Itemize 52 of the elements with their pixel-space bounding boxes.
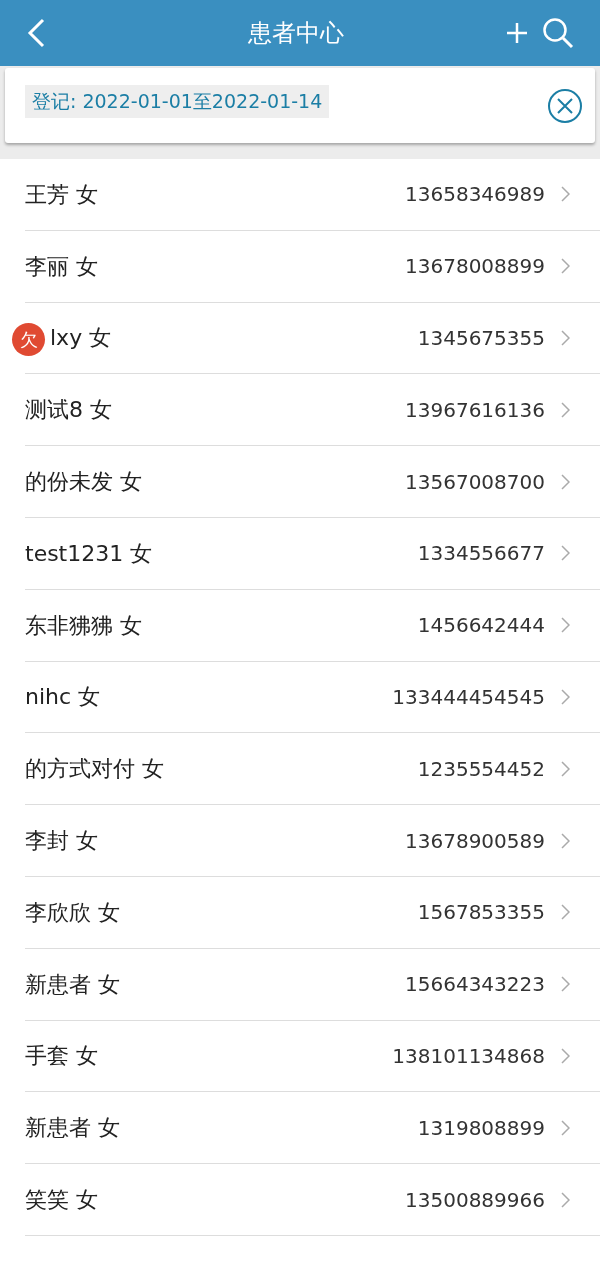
patient-name: 东非狒狒 女 — [25, 611, 142, 640]
chevron-icon — [561, 473, 570, 490]
phone-number: 15664343223 — [405, 971, 545, 999]
patient-name: 王芳 女 — [25, 180, 98, 209]
patient-name: 笑笑 女 — [25, 1186, 98, 1215]
chevron-icon — [561, 401, 570, 418]
add-icon[interactable] — [506, 22, 528, 44]
phone-number: 13567008700 — [405, 468, 545, 496]
chevron-icon — [561, 904, 570, 921]
chevron-icon — [561, 617, 570, 634]
clear-icon[interactable] — [547, 87, 583, 124]
chevron-icon — [561, 760, 570, 777]
phone-number: 13658346989 — [405, 181, 545, 209]
chevron-icon — [561, 330, 570, 346]
patient-name: 手套 女 — [25, 1042, 98, 1071]
patient-name: lxy 女 — [50, 324, 112, 353]
patient-name: 李丽 女 — [25, 252, 98, 281]
chevron-icon — [561, 1191, 570, 1208]
search-icon[interactable] — [542, 17, 574, 49]
chevron-icon — [561, 1119, 570, 1136]
phone-number: 13678900589 — [405, 827, 545, 855]
filter-tag[interactable]: 登记: 2022-01-01至2022-01-14 — [25, 85, 330, 118]
chevron-icon — [561, 186, 570, 203]
phone-number: 13500889966 — [405, 1186, 545, 1214]
phone-number: 1456642444 — [417, 612, 545, 640]
patient-name: 新患者 女 — [25, 970, 120, 999]
patient-name: 李封 女 — [25, 827, 98, 856]
chevron-icon — [561, 976, 570, 993]
phone-number: 138101134868 — [392, 1042, 545, 1070]
phone-number: 1334556677 — [417, 540, 545, 568]
arrears-badge: 欠 — [12, 322, 45, 356]
chevron-icon — [561, 258, 570, 275]
phone-number: 13678008899 — [405, 253, 545, 281]
patient-name: test1231 女 — [25, 539, 153, 568]
patient-name: 李欣欣 女 — [25, 898, 120, 927]
patient-name: nihc 女 — [25, 683, 101, 712]
patient-name: 新患者 女 — [25, 1114, 120, 1143]
phone-number: 1235554452 — [417, 755, 545, 783]
phone-number: 13967616136 — [405, 396, 545, 424]
page-title: 患者中心 — [247, 18, 345, 49]
patient-name: 的份未发 女 — [25, 468, 142, 497]
chevron-icon — [561, 832, 570, 849]
phone-number: 133444454545 — [392, 683, 545, 711]
patient-name: 的方式对付 女 — [25, 755, 164, 784]
phone-number: 1567853355 — [417, 899, 545, 927]
chevron-icon — [561, 545, 570, 562]
chevron-icon — [561, 688, 570, 705]
patient-name: 测试8 女 — [25, 396, 112, 425]
chevron-icon — [561, 1047, 570, 1064]
phone-number: 1345675355 — [417, 325, 545, 352]
phone-number: 1319808899 — [417, 1114, 545, 1142]
back-icon[interactable] — [26, 18, 46, 48]
